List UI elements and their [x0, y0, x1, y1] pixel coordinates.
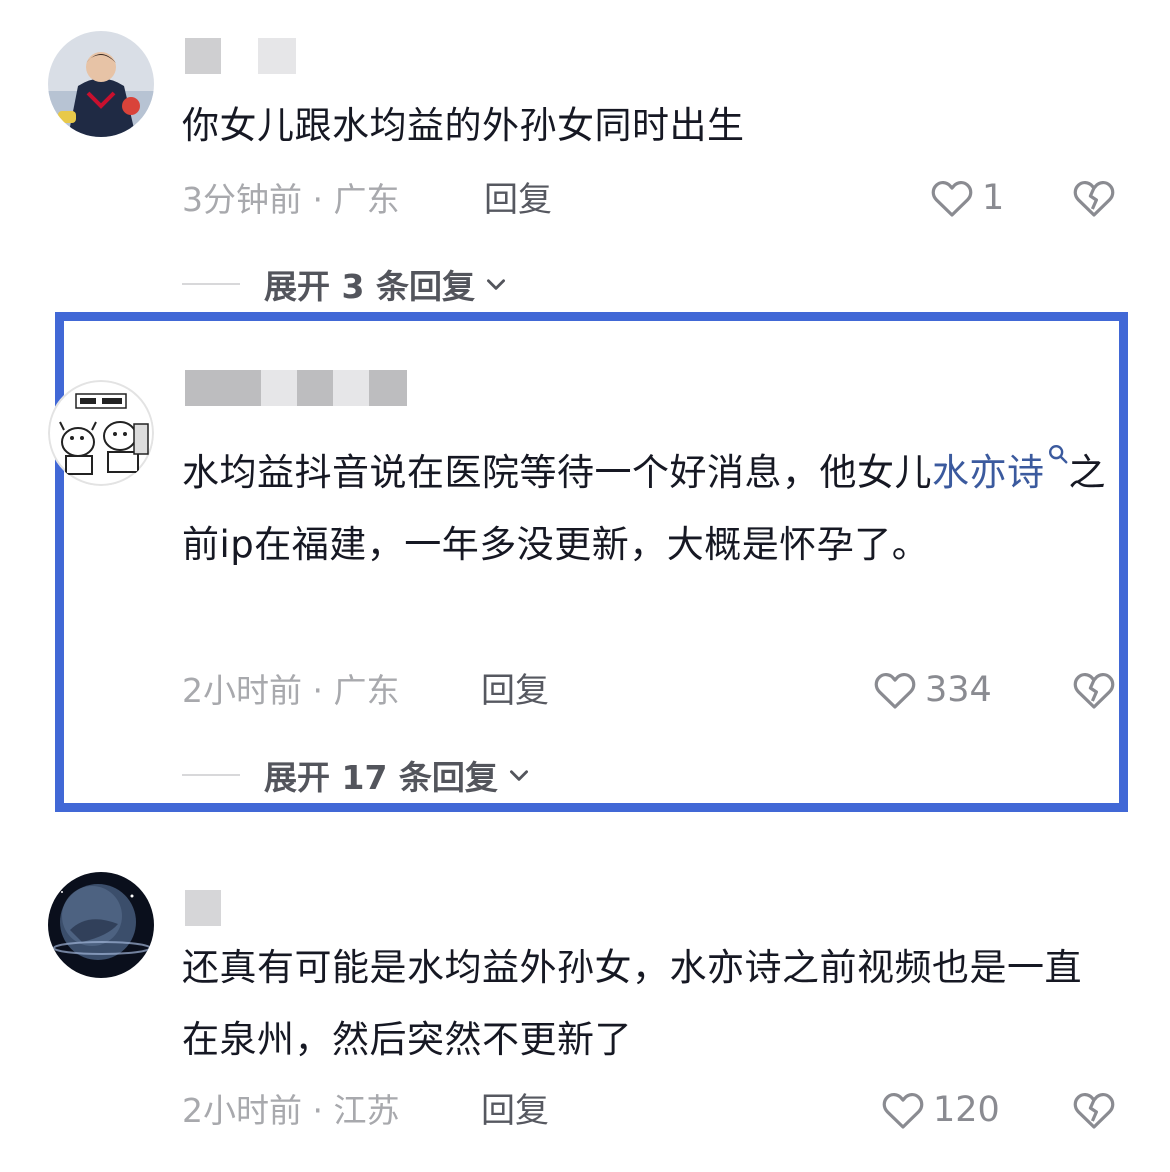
- username-blurred[interactable]: [261, 370, 297, 406]
- username-blurred[interactable]: [258, 38, 296, 74]
- broken-heart-icon: [1073, 673, 1115, 709]
- like-count: 120: [933, 1090, 1000, 1130]
- comment-text: 水均益抖音说在医院等待一个好消息，他女儿水亦诗 之前ip在福建，一年多没更新，大概…: [182, 437, 1112, 581]
- heart-icon: [931, 181, 973, 217]
- username-blurred[interactable]: [185, 38, 221, 74]
- dislike-button[interactable]: [1070, 666, 1118, 718]
- avatar[interactable]: [48, 31, 154, 137]
- expand-replies-label: 展开 17 条回复: [264, 758, 498, 797]
- comment-text: 你女儿跟水均益的外孙女同时出生: [182, 104, 745, 147]
- comment-meta: 3分钟前 · 广东: [182, 180, 400, 219]
- reply-button[interactable]: 回复: [481, 1091, 549, 1131]
- dislike-button[interactable]: [1070, 174, 1118, 226]
- like-count: 1: [982, 178, 1005, 218]
- expand-replies-label: 展开 3 条回复: [264, 267, 475, 306]
- reply-button[interactable]: 回复: [484, 180, 552, 220]
- divider: [182, 774, 240, 776]
- expand-replies[interactable]: 展开 17 条回复: [182, 751, 532, 799]
- username-blurred[interactable]: [369, 370, 407, 406]
- avatar[interactable]: [48, 872, 154, 978]
- search-link[interactable]: 水亦诗: [932, 451, 1045, 494]
- like-count: 334: [925, 670, 992, 710]
- chevron-down-icon: [486, 279, 505, 290]
- comment-meta: 2小时前 · 广东: [182, 671, 400, 710]
- comment-text-part: 水均益抖音说在医院等待一个好消息，他女儿: [182, 451, 932, 494]
- divider: [182, 283, 240, 285]
- avatar[interactable]: [48, 380, 154, 486]
- expand-replies[interactable]: 展开 3 条回复: [182, 260, 509, 308]
- dislike-button[interactable]: [1070, 1086, 1118, 1138]
- like-button[interactable]: 1: [928, 174, 1004, 222]
- username-blurred[interactable]: [185, 890, 221, 926]
- comment-meta: 2小时前 · 江苏: [182, 1091, 400, 1130]
- like-button[interactable]: 334: [871, 666, 992, 714]
- heart-icon: [882, 1093, 924, 1129]
- username-blurred[interactable]: [185, 370, 261, 406]
- search-icon[interactable]: [1047, 443, 1069, 465]
- username-blurred[interactable]: [333, 370, 369, 406]
- chevron-down-icon: [509, 770, 528, 781]
- broken-heart-icon: [1073, 1093, 1115, 1129]
- username-blurred[interactable]: [297, 370, 333, 406]
- reply-button[interactable]: 回复: [481, 671, 549, 711]
- heart-icon: [874, 673, 916, 709]
- like-button[interactable]: 120: [879, 1086, 1000, 1134]
- comment-text: 还真有可能是水均益外孙女，水亦诗之前视频也是一直在泉州，然后突然不更新了: [182, 946, 1082, 1061]
- broken-heart-icon: [1073, 181, 1115, 217]
